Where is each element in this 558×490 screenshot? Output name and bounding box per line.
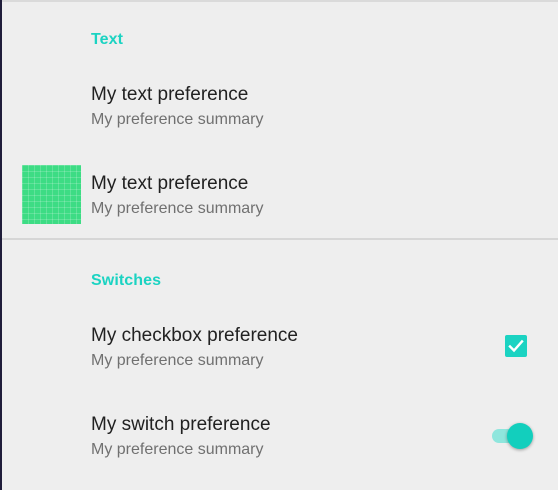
pref-title: My checkbox preference [91,325,298,346]
pref-title: My switch preference [91,414,271,435]
switch-preference-row[interactable]: My switch preference My preference summa… [2,402,558,472]
pref-summary: My preference summary [91,441,264,458]
top-divider [2,0,558,2]
pref-title: My text preference [91,173,249,194]
section-divider [2,238,558,240]
app-icon [22,165,81,224]
pref-title: My text preference [91,84,249,105]
checkbox[interactable] [505,335,527,357]
checkbox-preference-row[interactable]: My checkbox preference My preference sum… [2,313,558,383]
pref-summary: My preference summary [91,111,264,128]
text-preference-row[interactable]: My text preference My preference summary [2,72,558,142]
checkmark-icon [508,339,524,353]
category-title-switches: Switches [91,272,162,289]
text-preference-with-icon-row[interactable]: My text preference My preference summary [2,161,558,231]
pref-summary: My preference summary [91,200,264,217]
preferences-screen: Text My text preference My preference su… [2,0,558,490]
pref-summary: My preference summary [91,352,264,369]
switch-thumb[interactable] [507,423,533,449]
category-title-text: Text [91,31,124,48]
